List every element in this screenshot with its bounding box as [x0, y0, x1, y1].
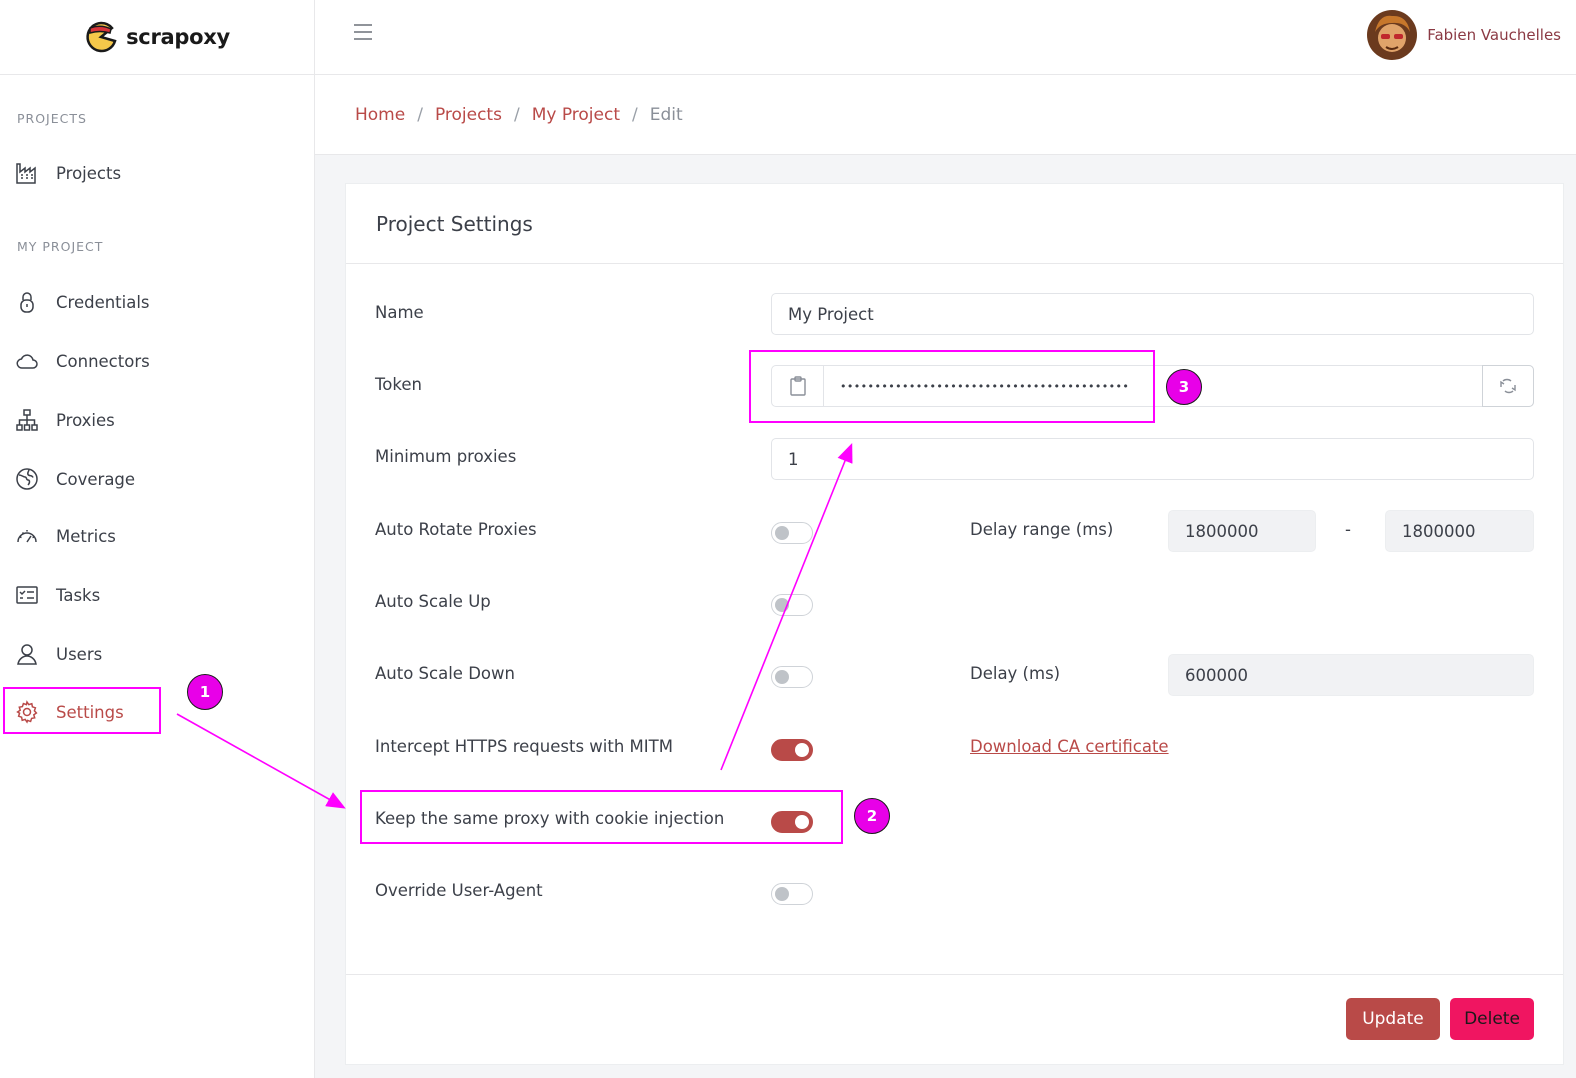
- card-title: Project Settings: [346, 184, 1563, 264]
- tasks-icon: [14, 582, 40, 608]
- annotation-badge-3: 3: [1166, 369, 1202, 405]
- delay-input[interactable]: 600000: [1168, 654, 1534, 696]
- name-input[interactable]: My Project: [771, 293, 1534, 335]
- cloud-icon: [14, 348, 40, 374]
- sidebar-item-label: Credentials: [56, 292, 150, 312]
- breadcrumb-separator: /: [513, 104, 520, 125]
- scrapoxy-logo-icon: [86, 21, 117, 53]
- toggle-knob: [775, 598, 789, 612]
- refresh-icon: [1500, 378, 1516, 394]
- download-ca-link[interactable]: Download CA certificate: [970, 737, 1169, 756]
- toggle-knob: [775, 526, 789, 540]
- sidebar: scrapoxy PROJECTS Projects MY PROJECT Cr…: [0, 0, 315, 1078]
- override-user-agent-label: Override User-Agent: [375, 881, 543, 900]
- breadcrumb-current: Edit: [649, 104, 683, 125]
- token-label: Token: [375, 375, 422, 394]
- delay-label: Delay (ms): [970, 664, 1061, 683]
- sidebar-item-credentials[interactable]: Credentials: [4, 279, 304, 325]
- sidebar-item-label: Users: [56, 644, 103, 664]
- annotation-badge-1: 1: [187, 674, 223, 710]
- section-my-project-heading: MY PROJECT: [17, 239, 104, 254]
- breadcrumb-home[interactable]: Home: [355, 105, 405, 125]
- delay-range-separator: -: [1345, 520, 1351, 539]
- sidebar-item-label: Proxies: [56, 410, 115, 430]
- breadcrumb-separator: /: [632, 104, 638, 125]
- override-user-agent-toggle[interactable]: [771, 883, 813, 905]
- auto-scale-up-toggle[interactable]: [771, 594, 813, 616]
- lock-icon: [14, 289, 40, 315]
- globe-icon: [14, 466, 40, 492]
- sidebar-item-label: Connectors: [56, 351, 150, 371]
- renew-token-button[interactable]: [1482, 365, 1534, 407]
- user-menu[interactable]: Fabien Vauchelles: [1367, 10, 1561, 60]
- breadcrumb: Home / Projects / My Project / Edit: [315, 75, 1576, 155]
- hamburger-menu-icon[interactable]: [353, 22, 373, 42]
- brand-name: scrapoxy: [126, 25, 230, 49]
- sidebar-item-label: Coverage: [56, 469, 136, 489]
- gauge-icon: [14, 523, 40, 549]
- user-icon: [14, 641, 40, 667]
- sidebar-item-tasks[interactable]: Tasks: [4, 572, 304, 618]
- top-bar: Fabien Vauchelles: [315, 0, 1576, 75]
- auto-scale-up-label: Auto Scale Up: [375, 592, 491, 611]
- annotation-box-token: [749, 350, 1155, 423]
- delete-button[interactable]: Delete: [1450, 998, 1534, 1040]
- sidebar-item-projects[interactable]: Projects: [4, 150, 304, 196]
- sidebar-item-label: Tasks: [56, 585, 101, 605]
- breadcrumb-projects[interactable]: Projects: [435, 105, 502, 125]
- delay-range-max-input[interactable]: 1800000: [1385, 510, 1534, 552]
- annotation-box-cookie: [360, 790, 843, 844]
- factory-icon: [14, 160, 40, 186]
- mitm-label: Intercept HTTPS requests with MITM: [375, 737, 673, 756]
- sidebar-item-connectors[interactable]: Connectors: [4, 338, 304, 384]
- name-label: Name: [375, 303, 424, 322]
- sidebar-item-label: Projects: [56, 163, 122, 183]
- annotation-box-settings: [3, 687, 161, 734]
- auto-rotate-label: Auto Rotate Proxies: [375, 520, 537, 539]
- network-icon: [14, 407, 40, 433]
- breadcrumb-separator: /: [417, 104, 423, 125]
- mitm-toggle[interactable]: [771, 739, 813, 761]
- sidebar-item-coverage[interactable]: Coverage: [4, 456, 304, 502]
- sidebar-item-users[interactable]: Users: [4, 631, 304, 677]
- sidebar-item-label: Metrics: [56, 526, 116, 546]
- auto-scale-down-label: Auto Scale Down: [375, 664, 515, 683]
- sidebar-item-proxies[interactable]: Proxies: [4, 397, 304, 443]
- toggle-knob: [775, 670, 789, 684]
- delay-range-min-input[interactable]: 1800000: [1168, 510, 1316, 552]
- min-proxies-label: Minimum proxies: [375, 447, 517, 466]
- toggle-knob: [795, 743, 809, 757]
- annotation-badge-2: 2: [854, 798, 890, 834]
- avatar: [1367, 10, 1418, 60]
- auto-rotate-toggle[interactable]: [771, 522, 813, 544]
- min-proxies-input[interactable]: 1: [771, 438, 1534, 480]
- auto-scale-down-toggle[interactable]: [771, 666, 813, 688]
- user-name: Fabien Vauchelles: [1427, 26, 1561, 44]
- sidebar-item-metrics[interactable]: Metrics: [4, 513, 304, 559]
- brand[interactable]: scrapoxy: [0, 0, 314, 75]
- delay-range-label: Delay range (ms): [970, 520, 1114, 539]
- section-projects-heading: PROJECTS: [17, 111, 87, 126]
- update-button[interactable]: Update: [1346, 998, 1440, 1040]
- toggle-knob: [775, 887, 789, 901]
- breadcrumb-my-project[interactable]: My Project: [532, 105, 620, 125]
